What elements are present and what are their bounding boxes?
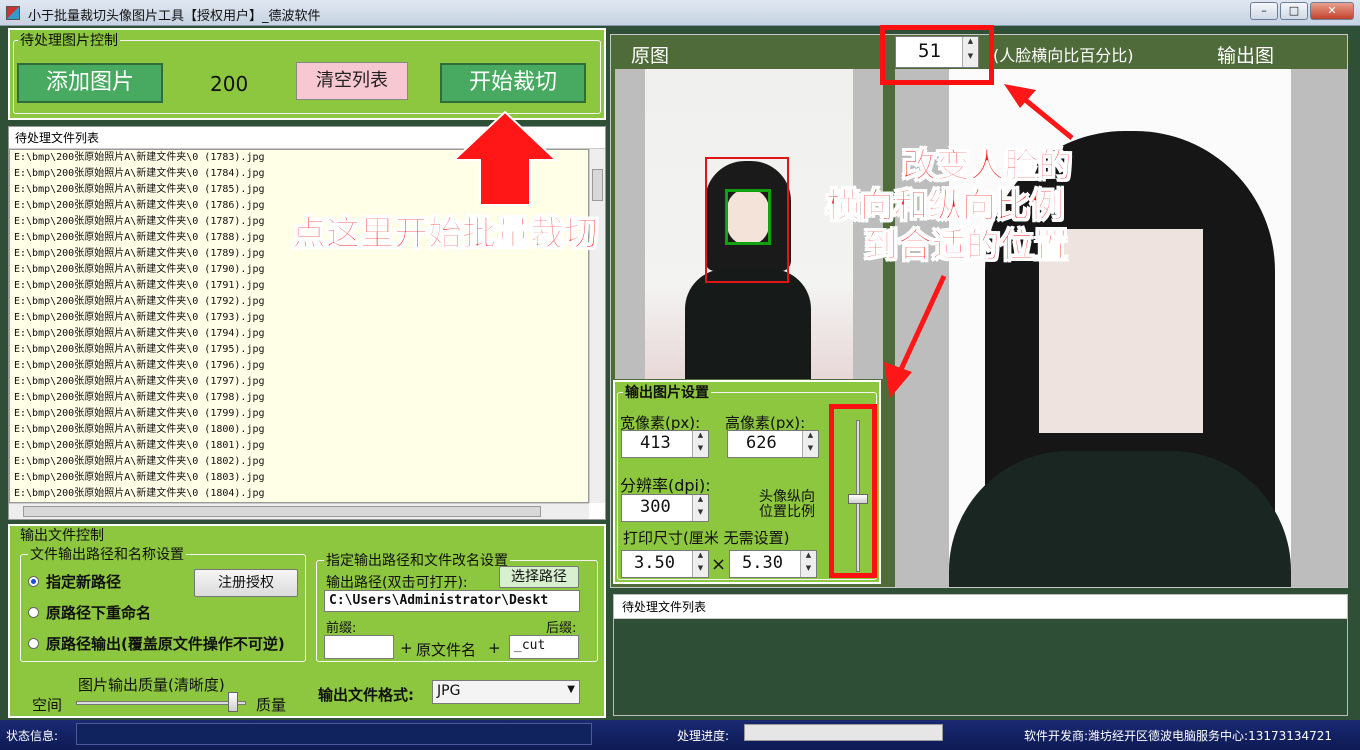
annotation-click-here: 点这里开始批量裁切 [292,214,599,255]
arrow-to-ratio-icon [1004,84,1074,140]
annotation-arrows [451,84,1074,398]
annotation-change-ratio-line3: 到合适的位置 [864,226,1069,267]
arrow-to-slider-icon [884,274,947,398]
up-arrow-icon [451,110,559,206]
